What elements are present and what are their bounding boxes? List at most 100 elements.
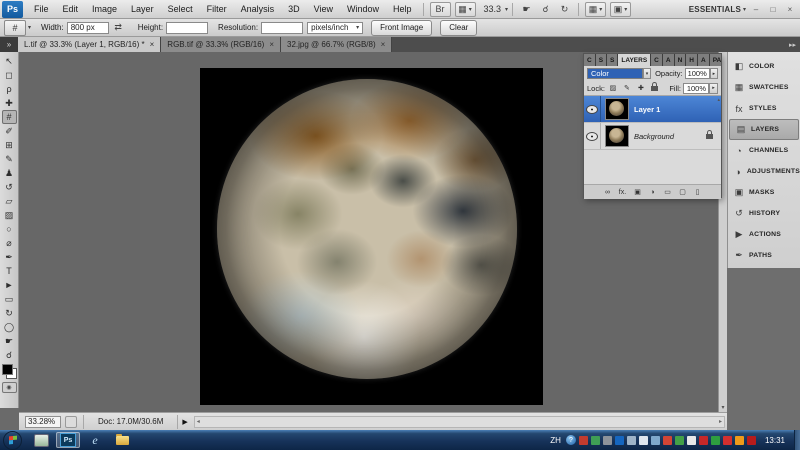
lock-all-icon[interactable] — [649, 82, 661, 94]
tray-device[interactable] — [603, 436, 612, 445]
bridge-icon[interactable]: Br — [430, 2, 451, 17]
resolution-input[interactable] — [261, 22, 303, 34]
dock-button-masks[interactable]: ▣MASKS — [728, 182, 800, 203]
minimize-button[interactable]: – — [749, 3, 763, 15]
tab-overflow-icon[interactable]: » — [0, 37, 18, 52]
tray-volume[interactable] — [639, 436, 648, 445]
tray-antivirus[interactable] — [723, 436, 732, 445]
document-image[interactable] — [200, 68, 543, 405]
taskbar-internet-explorer[interactable]: e — [83, 432, 107, 448]
zoom-level-value[interactable]: 33.3 — [484, 4, 502, 14]
layer-name[interactable]: Background — [634, 132, 674, 141]
blur-tool[interactable]: ○ — [2, 222, 17, 236]
tray-window[interactable] — [627, 436, 636, 445]
history-brush-tool[interactable]: ↺ — [2, 180, 17, 194]
gradient-tool[interactable]: ▨ — [2, 208, 17, 222]
zoom-tool-icon[interactable]: ☌ — [538, 3, 553, 16]
collapse-dock-icon[interactable]: ▸▸ — [789, 41, 796, 49]
layer-group-icon[interactable]: ▭ — [663, 188, 672, 196]
chevron-down-icon[interactable]: ▾ — [28, 24, 31, 31]
fill-field[interactable]: 100% — [683, 83, 709, 94]
tray-color-grid[interactable] — [579, 436, 588, 445]
menu-help[interactable]: Help — [386, 0, 419, 19]
lock-transparency-icon[interactable]: ▨ — [607, 82, 619, 94]
marquee-tool[interactable]: ◻ — [2, 68, 17, 82]
menu-edit[interactable]: Edit — [56, 0, 86, 19]
3d-rotate-tool[interactable]: ↻ — [2, 306, 17, 320]
opacity-field[interactable]: 100% — [685, 68, 710, 79]
language-indicator[interactable]: ZH — [550, 436, 561, 445]
layer-name[interactable]: Layer 1 — [634, 105, 660, 114]
chevron-down-icon[interactable]: ▾ — [505, 6, 508, 13]
tray-orange-app[interactable] — [735, 436, 744, 445]
chevron-down-icon[interactable]: ▾ — [643, 68, 651, 79]
document-tab-1[interactable]: L.tif @ 33.3% (Layer 1, RGB/16) *× — [18, 37, 161, 52]
scroll-right-icon[interactable]: ▸ — [719, 418, 722, 425]
shape-tool[interactable]: ▭ — [2, 292, 17, 306]
layer-row-background[interactable]: Background — [584, 123, 721, 150]
dock-button-actions[interactable]: ▶ACTIONS — [728, 224, 800, 245]
tray-eject[interactable] — [675, 436, 684, 445]
scroll-up-icon[interactable]: ▴ — [717, 97, 720, 103]
new-layer-icon[interactable]: ▢ — [678, 188, 687, 196]
panel-tab-h-7[interactable]: H — [686, 54, 698, 66]
tray-ime-en[interactable] — [711, 436, 720, 445]
dock-button-layers[interactable]: ▤LAYERS — [729, 119, 799, 140]
dock-button-styles[interactable]: fxSTYLES — [728, 98, 800, 119]
panel-tab-layers-3[interactable]: LAYERS — [618, 54, 651, 66]
menu-file[interactable]: File — [27, 0, 56, 19]
lock-position-icon[interactable]: ✚ — [635, 82, 647, 94]
move-tool[interactable]: ↖ — [2, 54, 17, 68]
type-tool[interactable]: T — [2, 264, 17, 278]
menu-layer[interactable]: Layer — [124, 0, 161, 19]
taskbar-explorer[interactable] — [110, 432, 134, 448]
pen-tool[interactable]: ✒ — [2, 250, 17, 264]
close-icon[interactable]: × — [150, 40, 155, 49]
layer-thumbnail[interactable] — [605, 125, 629, 147]
height-input[interactable] — [166, 22, 208, 34]
lock-pixels-icon[interactable]: ✎ — [621, 82, 633, 94]
menu-3d[interactable]: 3D — [281, 0, 307, 19]
clone-stamp-tool[interactable]: ♟ — [2, 166, 17, 180]
menu-select[interactable]: Select — [161, 0, 200, 19]
tray-bluetooth[interactable] — [615, 436, 624, 445]
panel-tab-c-4[interactable]: C — [651, 54, 663, 66]
visibility-toggle[interactable] — [584, 96, 601, 122]
adjustment-layer-icon[interactable]: ◑ — [648, 189, 657, 196]
rotate-view-icon[interactable]: ↻ — [557, 3, 572, 16]
dock-button-history[interactable]: ↺HISTORY — [728, 203, 800, 224]
moon-image[interactable] — [217, 79, 517, 379]
tray-red-app[interactable] — [699, 436, 708, 445]
lasso-tool[interactable]: ρ — [2, 82, 17, 96]
foreground-color-chip[interactable] — [2, 364, 13, 375]
link-layers-icon[interactable]: ∞ — [603, 189, 612, 196]
start-button[interactable] — [3, 431, 22, 450]
clear-button[interactable]: Clear — [440, 20, 477, 36]
menu-view[interactable]: View — [307, 0, 340, 19]
tray-mcafee[interactable] — [747, 436, 756, 445]
close-button[interactable]: × — [783, 3, 797, 15]
screen-mode-icon[interactable]: ▣ ▾ — [610, 2, 631, 17]
visibility-toggle[interactable] — [584, 123, 601, 149]
document-tab-3[interactable]: 32.jpg @ 66.7% (RGB/8)× — [281, 37, 392, 52]
dock-button-color[interactable]: ◧COLOR — [728, 56, 800, 77]
panel-tab-s-1[interactable]: S — [596, 54, 607, 66]
help-icon[interactable]: ? — [566, 435, 576, 445]
panel-tab-pa-9[interactable]: PA — [710, 54, 721, 66]
menu-image[interactable]: Image — [85, 0, 124, 19]
show-desktop-button[interactable] — [794, 430, 800, 450]
taskbar-clock[interactable]: 13:31 — [765, 436, 785, 445]
panel-tab-n-6[interactable]: N — [675, 54, 687, 66]
eyedropper-tool[interactable]: ✐ — [2, 124, 17, 138]
panel-tab-s-2[interactable]: S — [607, 54, 618, 66]
front-image-button[interactable]: Front Image — [371, 20, 432, 36]
horizontal-scrollbar[interactable]: ◂ ▸ — [194, 416, 725, 428]
dock-button-paths[interactable]: ✒PATHS — [728, 245, 800, 266]
zoom-tool[interactable]: ☌ — [2, 348, 17, 362]
scroll-left-icon[interactable]: ◂ — [197, 418, 200, 425]
dock-button-channels[interactable]: ◔CHANNELS — [728, 140, 800, 161]
dodge-tool[interactable]: ⌀ — [2, 236, 17, 250]
restore-button[interactable]: □ — [766, 3, 780, 15]
brush-tool[interactable]: ✎ — [2, 152, 17, 166]
tray-action-flag[interactable] — [663, 436, 672, 445]
